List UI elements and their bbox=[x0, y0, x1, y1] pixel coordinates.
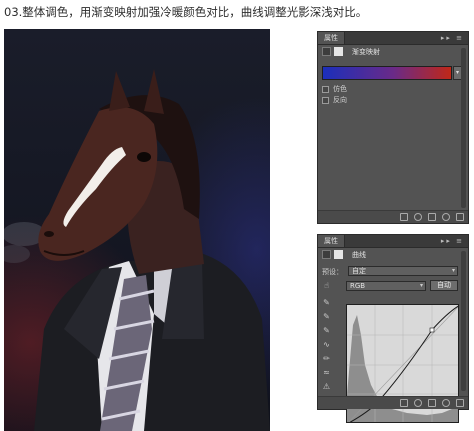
visibility-eye-icon[interactable] bbox=[442, 213, 450, 221]
preset-value: 自定 bbox=[352, 267, 366, 275]
reverse-label: 反向 bbox=[333, 96, 347, 104]
preset-select[interactable]: 自定 ▾ bbox=[348, 266, 458, 276]
on-image-adjust-icon[interactable]: ☝ bbox=[321, 280, 332, 291]
adjustment-type-icons bbox=[322, 250, 343, 259]
curves-adjustment-icon bbox=[322, 250, 331, 259]
layer-mask-icon[interactable] bbox=[334, 250, 343, 259]
trash-icon[interactable] bbox=[456, 213, 464, 221]
trash-icon[interactable] bbox=[456, 399, 464, 407]
adjustment-title: 曲线 bbox=[352, 251, 366, 259]
instruction-caption: 03.整体调色，用渐变映射加强冷暖颜色对比，曲线调整光影深浅对比。 bbox=[4, 5, 368, 19]
curve-edit-icon[interactable]: ∿ bbox=[321, 339, 332, 350]
clipping-warning-icon[interactable]: ⚠ bbox=[321, 381, 332, 392]
gradient-preview-bar[interactable] bbox=[322, 66, 452, 80]
view-previous-icon[interactable] bbox=[414, 213, 422, 221]
horse-illustration bbox=[4, 69, 270, 431]
footer-icons bbox=[400, 213, 464, 221]
dither-checkbox[interactable] bbox=[322, 85, 329, 93]
panel-scrollbar[interactable] bbox=[461, 48, 466, 208]
panel-scrollbar[interactable] bbox=[461, 251, 466, 391]
tab-properties[interactable]: 属性 bbox=[318, 235, 345, 247]
dither-label: 仿色 bbox=[333, 85, 347, 93]
channel-select[interactable]: RGB ▾ bbox=[346, 281, 426, 291]
panel-header: 属性 ▸▸ ≡ bbox=[318, 32, 468, 45]
panel-footer bbox=[318, 396, 468, 409]
adjustment-title: 渐变映射 bbox=[352, 48, 380, 56]
panel-menu-icon[interactable]: ▸▸ ≡ bbox=[441, 33, 464, 43]
chevron-down-icon: ▾ bbox=[451, 267, 455, 274]
reverse-option[interactable]: 反向 bbox=[322, 95, 347, 105]
clip-to-layer-icon[interactable] bbox=[400, 399, 408, 407]
adjustment-type-icons bbox=[322, 47, 343, 56]
preset-label: 预设： bbox=[322, 268, 343, 276]
footer-icons bbox=[400, 399, 464, 407]
view-previous-icon[interactable] bbox=[414, 399, 422, 407]
gradient-map-properties-panel: 属性 ▸▸ ≡ 渐变映射 ▾ 仿色 反向 bbox=[317, 31, 469, 224]
pencil-icon[interactable]: ✏ bbox=[321, 353, 332, 364]
panel-menu-icon[interactable]: ▸▸ ≡ bbox=[441, 236, 464, 246]
horse-portrait-image bbox=[4, 29, 270, 431]
visibility-eye-icon[interactable] bbox=[442, 399, 450, 407]
dither-option[interactable]: 仿色 bbox=[322, 84, 347, 94]
reverse-checkbox[interactable] bbox=[322, 96, 329, 104]
adjustment-layer-icon bbox=[322, 47, 331, 56]
tab-properties[interactable]: 属性 bbox=[318, 32, 345, 44]
panel-footer bbox=[318, 210, 468, 223]
clip-to-layer-icon[interactable] bbox=[400, 213, 408, 221]
layer-mask-icon[interactable] bbox=[334, 47, 343, 56]
chevron-down-icon: ▾ bbox=[419, 282, 423, 289]
reset-icon[interactable] bbox=[428, 213, 436, 221]
gray-eyedropper-icon[interactable]: ✎ bbox=[321, 311, 332, 322]
reset-icon[interactable] bbox=[428, 399, 436, 407]
auto-button[interactable]: 自动 bbox=[430, 280, 458, 291]
channel-value: RGB bbox=[350, 282, 366, 290]
panel-header: 属性 ▸▸ ≡ bbox=[318, 235, 468, 248]
black-eyedropper-icon[interactable]: ✎ bbox=[321, 297, 332, 308]
smooth-icon[interactable]: ≈ bbox=[321, 367, 332, 378]
white-eyedropper-icon[interactable]: ✎ bbox=[321, 325, 332, 336]
curves-properties-panel: 属性 ▸▸ ≡ 曲线 预设： 自定 ▾ ☝ RGB ▾ 自动 ✎ ✎ ✎ ∿ ✏… bbox=[317, 234, 469, 423]
